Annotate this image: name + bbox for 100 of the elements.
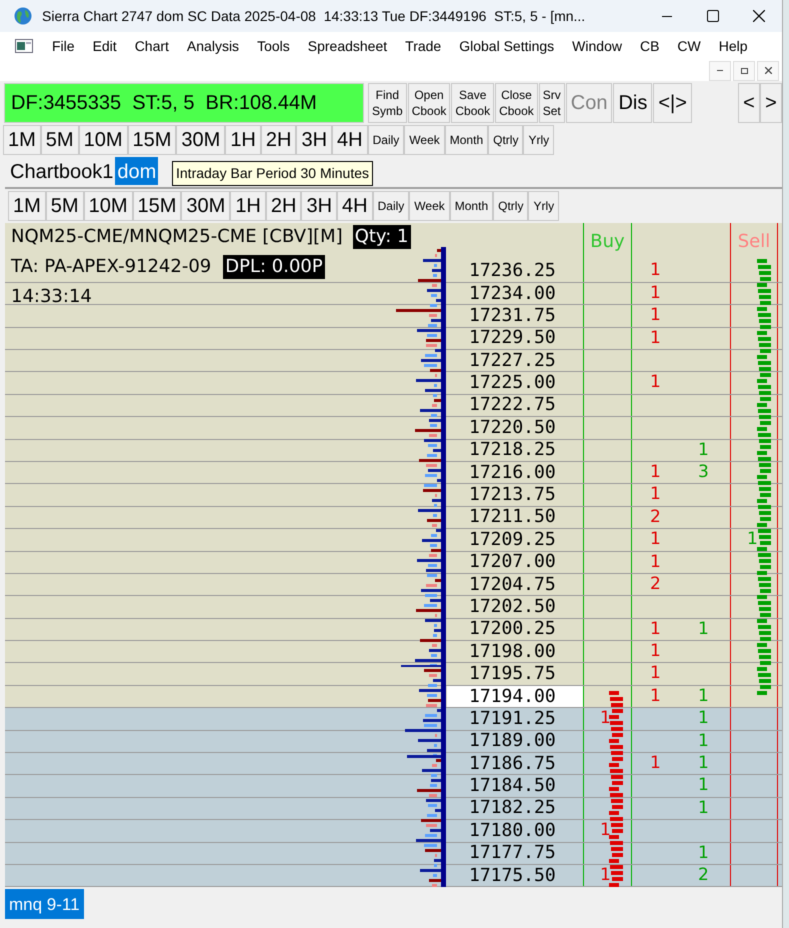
bid-volume: 1 (650, 755, 661, 772)
restore-icon (740, 68, 748, 74)
timeframe-button[interactable]: 1M (3, 125, 41, 156)
menu-item[interactable]: Tools (248, 36, 299, 57)
price-label: 17204.75 (469, 576, 556, 594)
timeframe-button[interactable]: 2H (266, 191, 302, 222)
timeframe-button[interactable]: 30M (181, 191, 230, 222)
chartbook-tab[interactable]: dom (115, 157, 158, 186)
timeframe-button[interactable]: Qtrly (493, 191, 528, 222)
timeframe-button[interactable]: 15M (132, 191, 182, 222)
price-label: 17220.50 (469, 418, 556, 437)
mdi-close-button[interactable] (757, 60, 779, 81)
timeframe-button[interactable]: 10M (78, 125, 128, 156)
timeframe-button[interactable]: Yrly (523, 125, 554, 156)
menu-item[interactable]: File (43, 36, 84, 57)
toolbar-button[interactable]: Close Cbook (495, 82, 538, 124)
menu-item[interactable]: Global Settings (450, 36, 564, 57)
ask-volume: 2 (698, 866, 709, 884)
tooltip: Intraday Bar Period 30 Minutes (172, 161, 373, 186)
chartbook-tab[interactable]: Chartbook1 (8, 157, 116, 186)
price-label: 17194.00 (469, 688, 556, 706)
menu-item[interactable]: Help (710, 36, 757, 57)
timeframe-button[interactable]: 4H (337, 191, 373, 222)
bid-volume: 1 (650, 486, 661, 504)
price-label: 17231.75 (469, 306, 556, 325)
toolbar-button[interactable]: Open Cbook (408, 82, 450, 124)
menu-item[interactable]: Window (563, 36, 631, 57)
ask-volume: 1 (698, 844, 709, 862)
price-label: 17177.75 (469, 844, 556, 862)
ask-volume: 1 (698, 732, 709, 750)
toolbar-button[interactable]: Save Cbook (451, 82, 494, 124)
bid-volume: 1 (650, 531, 661, 548)
minimize-icon (717, 70, 723, 72)
timeframe-button[interactable]: 4H (332, 125, 368, 156)
timeframe-button[interactable]: 1M (8, 191, 46, 222)
menu-item[interactable]: Analysis (178, 36, 248, 57)
timeframe-button[interactable]: 5M (46, 191, 84, 222)
bid-volume: 1 (650, 643, 661, 660)
price-label: 17195.75 (469, 665, 556, 684)
price-label: 17202.50 (469, 598, 556, 616)
price-label: 17209.25 (469, 530, 556, 549)
timeframe-button[interactable]: 1H (225, 125, 261, 156)
menu-item[interactable]: CB (630, 36, 668, 57)
price-label: 17227.25 (469, 352, 556, 370)
toolbar-button[interactable]: Dis (613, 82, 652, 124)
quantity-label: Qty: 1 (352, 225, 410, 250)
timeframe-button[interactable]: Week (404, 125, 445, 156)
data-status-display: DF:3455335 ST:5, 5 BR:108.44M (4, 82, 364, 124)
toolbar-button[interactable]: Find Symb (368, 82, 407, 124)
price-label: 17222.75 (469, 396, 556, 414)
timeframe-button[interactable]: Daily (368, 125, 404, 156)
menu-item[interactable]: Chart (126, 36, 178, 57)
timeframe-button[interactable]: Yrly (528, 191, 560, 222)
sell-volume: 1 (747, 531, 758, 548)
timeframe-button[interactable]: Daily (372, 191, 410, 222)
bid-volume: 1 (650, 374, 661, 392)
close-icon (753, 10, 765, 22)
price-label: 17186.75 (469, 754, 556, 773)
timeframe-button[interactable]: Month (444, 125, 488, 156)
bid-volume: 1 (650, 620, 661, 638)
account-label: TA: PA-APEX-91242-09 (11, 255, 212, 280)
bid-volume: 1 (650, 330, 661, 347)
timeframe-button[interactable]: Month (450, 191, 494, 222)
timeframe-button[interactable]: 5M (40, 125, 79, 156)
nav-button[interactable]: < (738, 82, 760, 124)
sell-column-header: Sell (738, 230, 770, 254)
bid-volume: 1 (650, 688, 661, 705)
bid-volume: 1 (650, 307, 661, 324)
window-title: Sierra Chart 2747 dom SC Data 2025-04-08 14:33:13 Tue DF:3449196 ST:5, 5 - [mn... (42, 6, 586, 26)
price-label: 17175.50 (469, 866, 556, 885)
mdi-restore-button[interactable] (733, 60, 755, 81)
timeframe-button[interactable]: 30M (176, 125, 226, 156)
ask-volume: 1 (698, 755, 709, 772)
close-icon (764, 67, 772, 74)
ask-volume: 1 (698, 777, 709, 794)
buy-volume: 1 (600, 822, 611, 840)
toolbar-button[interactable]: Srv Set (538, 82, 565, 124)
timeframe-button[interactable]: Week (409, 191, 450, 222)
timeframe-button[interactable]: Qtrly (488, 125, 524, 156)
timeframe-button[interactable]: 1H (230, 191, 266, 222)
price-label: 17182.25 (469, 799, 556, 818)
menu-item[interactable]: Spreadsheet (298, 36, 396, 57)
timeframe-button[interactable]: 2H (260, 125, 296, 156)
price-label: 17216.00 (469, 464, 556, 482)
timeframe-button[interactable]: 10M (84, 191, 132, 222)
chart-window-tab[interactable]: mnq 9-11 (5, 889, 84, 920)
symbol-label: NQM25-CME/MNQM25-CME [CBV][M] (11, 225, 343, 250)
timeframe-button[interactable]: 3H (296, 125, 332, 156)
price-label: 17191.25 (469, 710, 556, 728)
menu-item[interactable]: Edit (84, 36, 126, 57)
ask-volume: 1 (698, 710, 709, 728)
nav-button[interactable]: > (760, 82, 782, 124)
timeframe-button[interactable]: 3H (301, 191, 338, 222)
bid-volume: 1 (650, 262, 661, 280)
timeframe-button[interactable]: 15M (128, 125, 176, 156)
price-label: 17218.25 (469, 441, 556, 460)
menu-item[interactable]: Trade (396, 36, 450, 57)
menu-item[interactable]: CW (668, 36, 710, 57)
toolbar-button[interactable]: <|> (653, 82, 692, 124)
price-label: 17229.50 (469, 329, 556, 348)
